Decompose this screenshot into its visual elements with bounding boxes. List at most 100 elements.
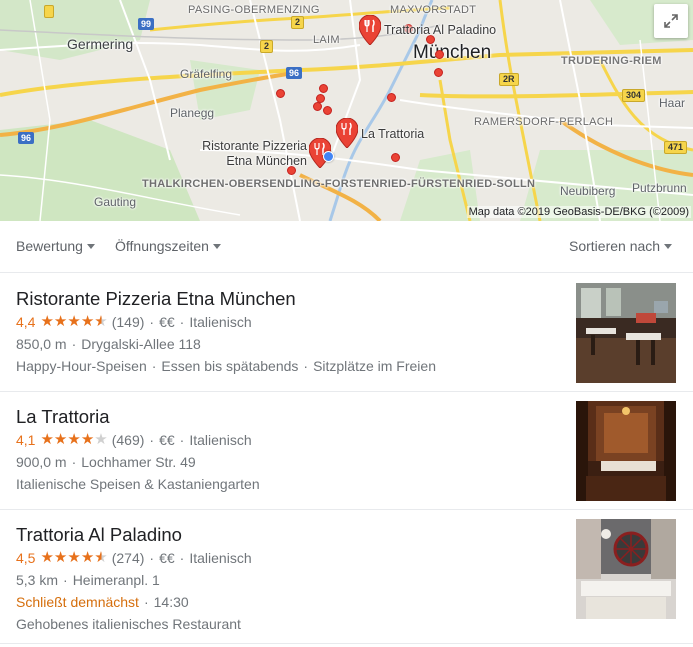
map-marker-dot[interactable] [387, 93, 396, 102]
map-label-laim: LAIM [313, 34, 340, 46]
map-marker-dot[interactable] [435, 50, 444, 59]
map-marker-dot[interactable] [434, 68, 443, 77]
restaurant-pin-icon[interactable] [336, 118, 358, 148]
separator-dot: · [71, 454, 77, 470]
rating-filter-label: Bewertung [16, 238, 83, 254]
tag: Essen bis spätabends [161, 358, 299, 374]
road-shield-2r: 2R [499, 73, 519, 86]
listing-name[interactable]: Ristorante Pizzeria Etna München [16, 288, 296, 310]
map-marker-dot[interactable] [391, 153, 400, 162]
listing-rating-row: 4,1 ★ ★ ★ ★ ★ (469) · €€ · Italienisch [16, 432, 252, 448]
map-label-germering: Germering [67, 36, 134, 52]
restaurant-photo[interactable] [576, 519, 676, 619]
sort-dropdown[interactable]: Sortieren nach [569, 238, 673, 254]
my-location-icon [323, 151, 334, 162]
place-label-paladino[interactable]: Trattoria Al Paladino [384, 23, 496, 38]
star-icon: ★ [80, 431, 95, 448]
road-shield-304: 304 [622, 89, 646, 102]
separator-dot: · [149, 550, 155, 566]
separator-dot: · [143, 594, 149, 610]
address: Lochhamer Str. 49 [81, 454, 196, 470]
map[interactable]: PASING-OBERMENZING MAXVORSTADT Germering… [0, 0, 693, 221]
road-shield-2: 2 [291, 16, 305, 29]
map-label-ramersdorf: RAMERSDORF-PERLACH [474, 116, 614, 128]
listing-tags-row: Happy-Hour-Speisen · Essen bis spätabend… [16, 358, 436, 374]
map-label-neubiberg: Neubiberg [560, 184, 616, 198]
separator-dot: · [179, 550, 185, 566]
review-count[interactable]: (469) [112, 432, 145, 448]
restaurant-pin-icon[interactable] [359, 15, 381, 45]
star-icon: ★ [94, 549, 108, 566]
category: Italienisch [189, 550, 252, 566]
separator-dot: · [151, 358, 157, 374]
map-label-maxvorstadt: MAXVORSTADT [390, 4, 477, 16]
expand-map-button[interactable] [654, 4, 688, 38]
listing-name[interactable]: La Trattoria [16, 406, 110, 428]
map-marker-dot[interactable] [313, 102, 322, 111]
road-shield-96: 96 [18, 132, 35, 144]
listing-address-row: 5,3 km · Heimeranpl. 1 [16, 572, 160, 588]
category: Italienisch [189, 432, 252, 448]
tag: Happy-Hour-Speisen [16, 358, 147, 374]
separator-dot: · [303, 358, 309, 374]
listing-rating-row: 4,5 ★ ★ ★ ★ ★ (274) · €€ · Italienisch [16, 550, 252, 566]
map-marker-dot[interactable] [323, 106, 332, 115]
star-icon: ★ [94, 431, 108, 448]
map-label-muenchen: München [413, 42, 492, 63]
listing-address-row: 850,0 m · Drygalski-Allee 118 [16, 336, 201, 352]
map-marker-dot[interactable] [319, 84, 328, 93]
restaurant-photo[interactable] [576, 283, 676, 383]
separator-dot: · [71, 336, 77, 352]
map-label-haar: Haar [659, 96, 686, 110]
star-icon: ★ [94, 313, 108, 330]
star-icon: ★ [40, 549, 54, 566]
restaurant-photo[interactable] [576, 401, 676, 501]
listing-address-row: 900,0 m · Lochhamer Str. 49 [16, 454, 196, 470]
hours-filter-label: Öffnungszeiten [115, 238, 209, 254]
listing-hours-row: Schließt demnächst · 14:30 [16, 594, 189, 610]
rating-value: 4,5 [16, 550, 36, 566]
rating-filter-dropdown[interactable]: Bewertung [16, 238, 95, 254]
map-marker-dot[interactable] [276, 89, 285, 98]
star-icon: ★ [67, 431, 81, 448]
star-icon: ★ [53, 431, 68, 448]
star-icon: ★ [53, 313, 68, 330]
distance: 850,0 m [16, 336, 67, 352]
rating-value: 4,1 [16, 432, 36, 448]
place-label-trattoria[interactable]: La Trattoria [361, 127, 424, 142]
listing-item-paladino[interactable]: Trattoria Al Paladino 4,5 ★ ★ ★ ★ ★ (274) · … [0, 510, 693, 644]
star-icon: ★ [53, 549, 68, 566]
tag: Sitzplätze im Freien [313, 358, 436, 374]
sort-label: Sortieren nach [569, 238, 661, 254]
star-rating: ★ ★ ★ ★ ★ [40, 431, 108, 448]
map-label-gauting: Gauting [94, 195, 137, 209]
star-icon: ★ [67, 549, 81, 566]
listing-tags-row: Italienische Speisen & Kastaniengarten [16, 476, 260, 492]
listing-item-etna[interactable]: Ristorante Pizzeria Etna München 4,4 ★ ★ ★… [0, 274, 693, 392]
separator-dot: · [63, 572, 68, 588]
price-level: €€ [159, 432, 175, 448]
closing-time: 14:30 [153, 594, 189, 610]
separator-dot: · [179, 314, 185, 330]
address: Heimeranpl. 1 [72, 572, 160, 588]
distance: 900,0 m [16, 454, 67, 470]
description: Gehobenes italienisches Restaurant [16, 616, 241, 632]
place-label-etna[interactable]: Ristorante Pizzeria Etna München [184, 139, 307, 169]
star-rating: ★ ★ ★ ★ ★ [40, 313, 108, 330]
road-shield-2: 2 [260, 40, 274, 53]
separator-dot: · [149, 432, 155, 448]
price-level: €€ [159, 550, 175, 566]
review-count[interactable]: (274) [112, 550, 145, 566]
review-count[interactable]: (149) [112, 314, 145, 330]
map-label-graefelfing: Gräfelfing [180, 67, 233, 81]
separator-dot: · [149, 314, 155, 330]
tag: Italienische Speisen & Kastaniengarten [16, 476, 260, 492]
hours-filter-dropdown[interactable]: Öffnungszeiten [115, 238, 221, 254]
listing-name[interactable]: Trattoria Al Paladino [16, 524, 182, 546]
distance: 5,3 km [16, 572, 59, 588]
map-attribution[interactable]: Map data ©2019 GeoBasis-DE/BKG (©2009) [466, 206, 691, 218]
star-icon: ★ [40, 431, 54, 448]
listing-item-la-trattoria[interactable]: La Trattoria 4,1 ★ ★ ★ ★ ★ (469) · €€ · Ital… [0, 392, 693, 510]
star-rating: ★ ★ ★ ★ ★ [40, 549, 108, 566]
price-level: €€ [159, 314, 175, 330]
